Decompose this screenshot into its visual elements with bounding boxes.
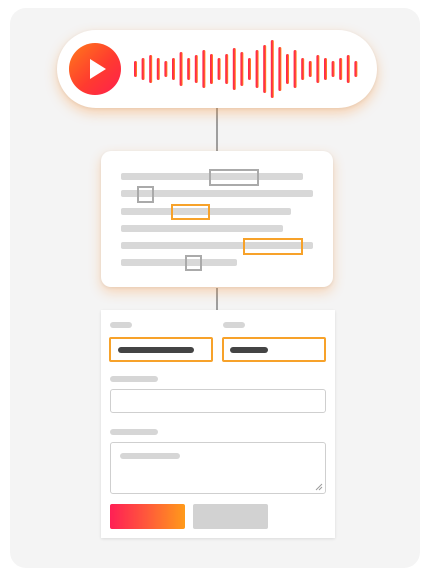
field-value bbox=[118, 347, 194, 353]
cancel-button[interactable] bbox=[193, 504, 268, 529]
waveform-bar bbox=[134, 61, 137, 77]
text-line bbox=[121, 259, 237, 266]
waveform-bar bbox=[210, 54, 213, 84]
waveform-bar bbox=[248, 58, 251, 80]
illustration-card bbox=[10, 8, 420, 568]
waveform-bar bbox=[240, 52, 244, 86]
first-field-highlighted[interactable] bbox=[109, 337, 213, 362]
waveform-bar bbox=[225, 54, 229, 84]
field-label bbox=[110, 429, 158, 435]
waveform-bar bbox=[141, 58, 145, 80]
waveform-bar bbox=[156, 58, 160, 80]
document-card bbox=[101, 151, 333, 287]
highlighted-entity-box bbox=[171, 204, 210, 220]
field-label bbox=[110, 376, 158, 382]
waveform-bar bbox=[354, 61, 358, 77]
waveform-bar bbox=[172, 58, 175, 80]
audio-player-pill bbox=[57, 30, 377, 108]
play-button[interactable] bbox=[69, 43, 121, 95]
waveform-bar bbox=[316, 55, 320, 83]
waveform-bar bbox=[346, 55, 350, 83]
connector-line-top bbox=[216, 108, 218, 152]
field-value bbox=[230, 347, 268, 353]
field-label bbox=[223, 322, 245, 328]
form-card bbox=[101, 310, 335, 538]
waveform-bar bbox=[278, 47, 282, 91]
waveform-bar bbox=[232, 48, 236, 90]
waveform-bar bbox=[324, 58, 327, 80]
waveform-bar bbox=[301, 58, 305, 80]
waveform-bar bbox=[217, 58, 221, 80]
waveform-bar bbox=[270, 40, 274, 98]
waveform-bar bbox=[286, 54, 289, 84]
second-field-highlighted[interactable] bbox=[222, 337, 326, 362]
play-icon bbox=[90, 59, 106, 79]
submit-button[interactable] bbox=[110, 504, 185, 529]
connector-line-bottom bbox=[216, 288, 218, 312]
waveform-bar bbox=[194, 55, 198, 83]
waveform-bar bbox=[187, 58, 191, 80]
waveform-bar bbox=[149, 55, 153, 83]
text-input-field[interactable] bbox=[110, 389, 326, 413]
resize-handle-icon[interactable] bbox=[315, 483, 323, 491]
detected-entity-box bbox=[209, 169, 259, 186]
waveform-bar bbox=[202, 50, 206, 88]
textarea-placeholder bbox=[120, 453, 180, 459]
waveform-bar bbox=[263, 45, 267, 93]
highlighted-entity-box bbox=[243, 238, 303, 255]
waveform-bar bbox=[255, 50, 259, 88]
waveform-bar bbox=[179, 52, 183, 86]
waveform-bar bbox=[164, 61, 168, 77]
waveform-bar bbox=[293, 50, 297, 88]
waveform-bar bbox=[339, 58, 343, 80]
audio-waveform bbox=[134, 40, 358, 98]
waveform-bar bbox=[308, 61, 312, 77]
field-label bbox=[110, 322, 132, 328]
text-line bbox=[121, 225, 283, 232]
detected-entity-box bbox=[137, 186, 154, 203]
waveform-bar bbox=[331, 61, 335, 77]
detected-entity-box bbox=[185, 255, 202, 271]
textarea-field[interactable] bbox=[110, 442, 326, 494]
